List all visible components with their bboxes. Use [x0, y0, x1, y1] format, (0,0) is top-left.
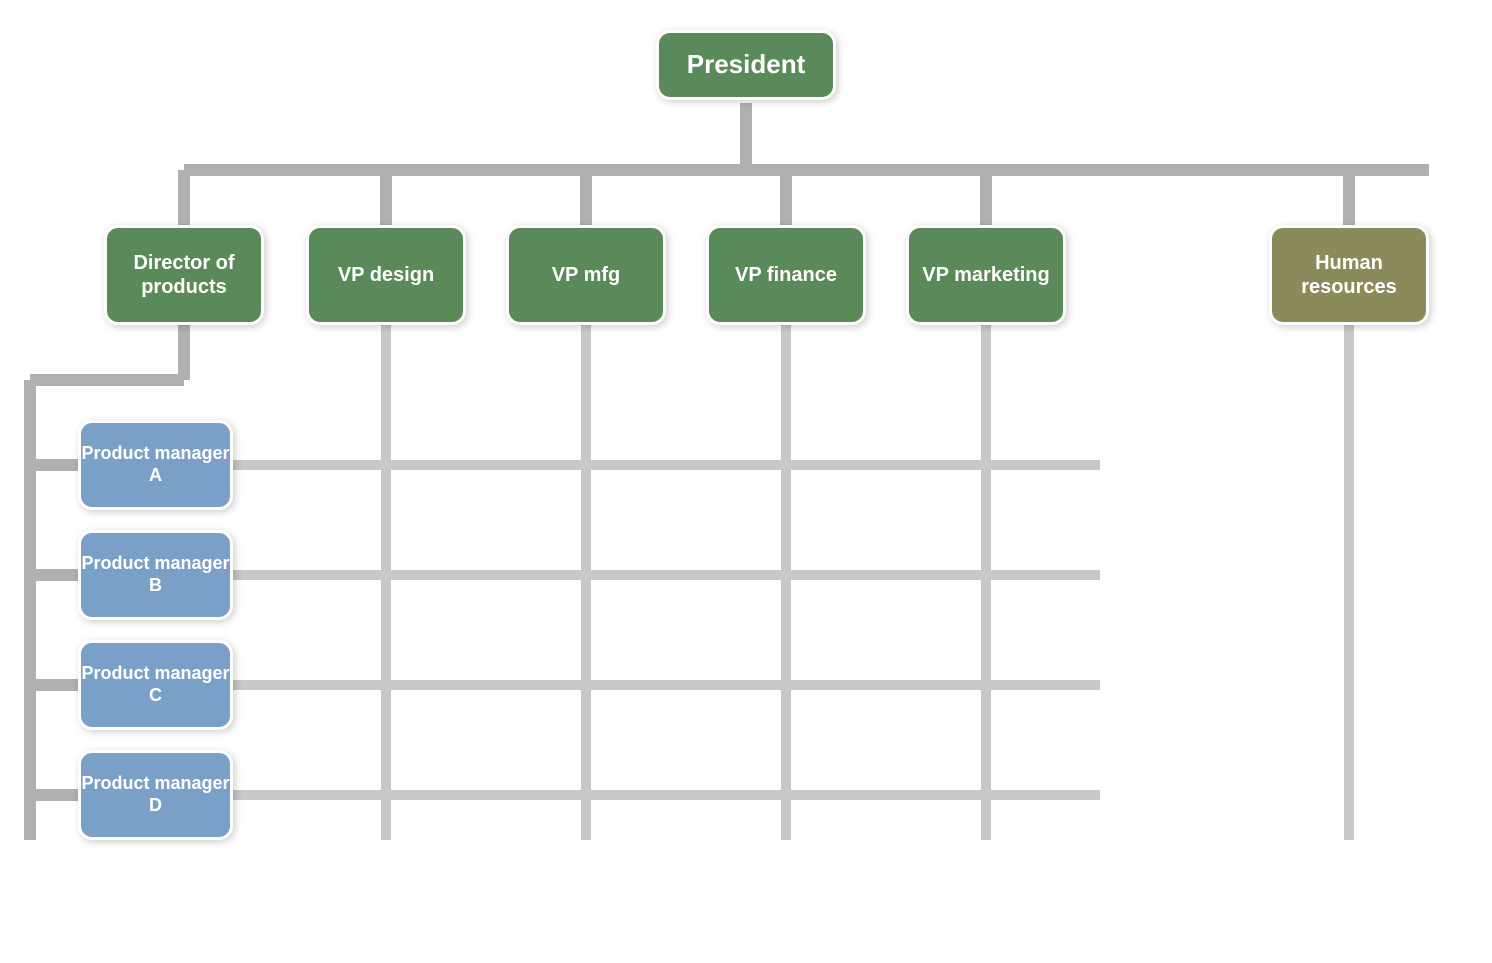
pm-a-node: Product manager A: [78, 420, 233, 510]
pm-b-node: Product manager B: [78, 530, 233, 620]
vp-mfg-node: VP mfg: [506, 225, 666, 325]
vp-design-node: VP design: [306, 225, 466, 325]
president-node: President: [656, 30, 836, 100]
org-chart: President Director of products VP design…: [0, 0, 1492, 963]
director-products-node: Director of products: [104, 225, 264, 325]
vp-finance-node: VP finance: [706, 225, 866, 325]
pm-d-node: Product manager D: [78, 750, 233, 840]
human-resources-node: Human resources: [1269, 225, 1429, 325]
vp-marketing-node: VP marketing: [906, 225, 1066, 325]
pm-c-node: Product manager C: [78, 640, 233, 730]
